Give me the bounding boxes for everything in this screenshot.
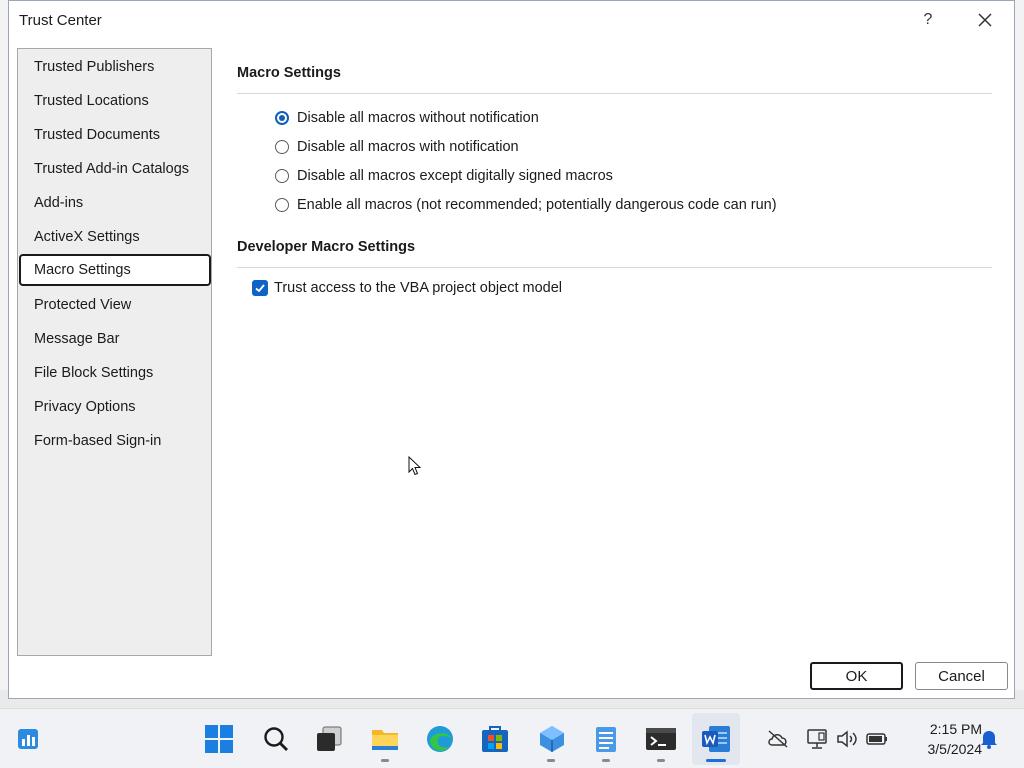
nav-item-trusted-publishers[interactable]: Trusted Publishers [18, 51, 211, 83]
radio-disable-with-notification[interactable]: Disable all macros with notification [275, 139, 519, 155]
divider [237, 267, 992, 268]
widgets-icon[interactable] [12, 723, 44, 755]
network-icon[interactable] [805, 727, 829, 751]
radio-disable-except-signed[interactable]: Disable all macros except digitally sign… [275, 168, 613, 184]
trust-center-dialog: Trust Center ? Trusted Publishers Truste… [8, 0, 1015, 699]
edge-icon[interactable] [424, 723, 456, 755]
notepad-icon[interactable] [590, 723, 622, 755]
running-indicator [602, 759, 610, 762]
close-icon [978, 13, 992, 27]
radio-disable-without-notification[interactable]: Disable all macros without notification [275, 110, 539, 126]
nav-item-form-based-sign-in[interactable]: Form-based Sign-in [18, 425, 211, 457]
store-icon[interactable] [479, 723, 511, 755]
running-indicator [547, 759, 555, 762]
notification-bell-icon[interactable] [977, 727, 1001, 751]
file-explorer-icon[interactable] [369, 723, 401, 755]
battery-icon[interactable] [865, 727, 889, 751]
developer-macro-settings-heading: Developer Macro Settings [237, 239, 416, 255]
taskbar: 2:15 PM 3/5/2024 [0, 708, 1024, 768]
nav-item-file-block-settings[interactable]: File Block Settings [18, 357, 211, 389]
radio-button-selected[interactable] [275, 111, 289, 125]
nav-item-trusted-documents[interactable]: Trusted Documents [18, 119, 211, 151]
volume-icon[interactable] [835, 727, 859, 751]
task-view-icon[interactable] [313, 723, 345, 755]
system-clock[interactable]: 2:15 PM 3/5/2024 [900, 719, 983, 759]
search-icon[interactable] [260, 723, 292, 755]
running-indicator [381, 759, 389, 762]
nav-item-message-bar[interactable]: Message Bar [18, 323, 211, 355]
onedrive-offline-icon[interactable] [766, 727, 790, 751]
nav-item-trusted-add-in-catalogs[interactable]: Trusted Add-in Catalogs [18, 153, 211, 185]
radio-label: Disable all macros with notification [297, 139, 519, 155]
category-list: Trusted Publishers Trusted Locations Tru… [17, 48, 212, 656]
nav-item-macro-settings[interactable]: Macro Settings [19, 254, 211, 286]
nav-item-activex-settings[interactable]: ActiveX Settings [18, 221, 211, 253]
checkbox-label: Trust access to the VBA project object m… [274, 280, 562, 296]
nav-item-protected-view[interactable]: Protected View [18, 289, 211, 321]
nav-item-add-ins[interactable]: Add-ins [18, 187, 211, 219]
help-button[interactable]: ? [910, 5, 946, 35]
divider [237, 93, 992, 94]
radio-label: Disable all macros except digitally sign… [297, 168, 613, 184]
checkmark-icon [255, 284, 265, 293]
start-icon[interactable] [203, 723, 235, 755]
word-icon[interactable] [700, 723, 732, 755]
active-indicator [706, 759, 726, 762]
radio-label: Disable all macros without notification [297, 110, 539, 126]
trust-vba-checkbox-row[interactable]: Trust access to the VBA project object m… [252, 280, 562, 296]
running-indicator [657, 759, 665, 762]
nav-item-privacy-options[interactable]: Privacy Options [18, 391, 211, 423]
nav-item-trusted-locations[interactable]: Trusted Locations [18, 85, 211, 117]
app-icon[interactable] [536, 723, 568, 755]
radio-enable-all-macros[interactable]: Enable all macros (not recommended; pote… [275, 197, 777, 213]
clock-date: 3/5/2024 [927, 741, 983, 757]
clock-time: 2:15 PM [929, 721, 982, 737]
dialog-title: Trust Center [19, 12, 102, 29]
radio-button[interactable] [275, 169, 289, 183]
cancel-button[interactable]: Cancel [915, 662, 1008, 690]
close-button[interactable] [967, 5, 1003, 35]
radio-button[interactable] [275, 198, 289, 212]
macro-settings-heading: Macro Settings [237, 65, 341, 81]
mouse-cursor-icon [408, 456, 422, 476]
radio-button[interactable] [275, 140, 289, 154]
terminal-icon[interactable] [645, 723, 677, 755]
radio-label: Enable all macros (not recommended; pote… [297, 197, 777, 213]
ok-button[interactable]: OK [810, 662, 903, 690]
checkbox-checked[interactable] [252, 280, 268, 296]
